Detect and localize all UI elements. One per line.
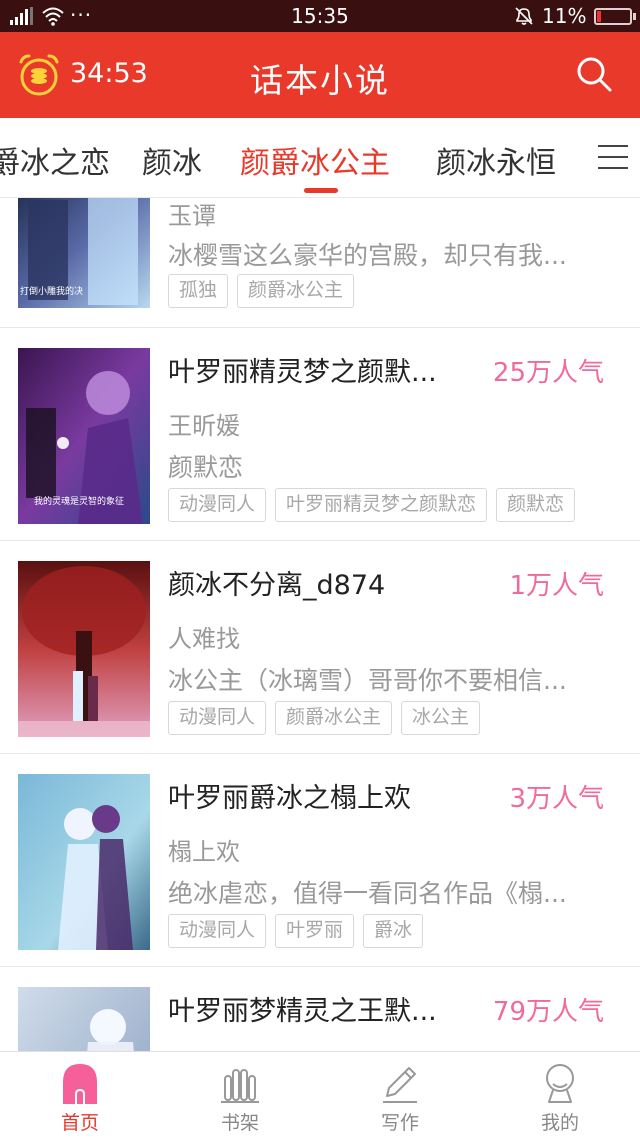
- book-item[interactable]: 叶罗丽梦精灵之王默... 79万人气: [0, 967, 640, 1051]
- app-header: 34:53 话本小说: [0, 32, 640, 118]
- nav-home[interactable]: 首页: [0, 1052, 160, 1138]
- book-popularity: 79万人气: [492, 997, 604, 1027]
- book-cover: [18, 774, 150, 950]
- nav-label: 书架: [220, 1112, 259, 1134]
- search-icon[interactable]: [574, 54, 614, 94]
- book-cover: 我的灵魂是灵智的象征: [18, 348, 150, 524]
- nav-label: 我的: [540, 1112, 579, 1134]
- tab-jue-bing-zhi-lian[interactable]: 爵冰之恋: [0, 138, 110, 182]
- book-item[interactable]: 我的灵魂是灵智的象征 叶罗丽精灵梦之颜默... 25万人气 王昕媛 颜默恋 动漫…: [0, 328, 640, 541]
- menu-icon[interactable]: [598, 142, 628, 172]
- book-popularity: 1万人气: [509, 571, 604, 601]
- book-author: 榻上欢: [168, 838, 240, 866]
- tag[interactable]: 动漫同人: [168, 914, 267, 948]
- nav-profile[interactable]: 我的: [480, 1052, 640, 1138]
- bottom-nav: 首页 书架 写作 我的: [0, 1051, 640, 1138]
- tag-list: 动漫同人 叶罗丽精灵梦之颜默恋 颜默恋: [168, 488, 584, 522]
- tag[interactable]: 爵冰: [363, 914, 424, 948]
- status-bar: ··· 15:35 11%: [0, 0, 640, 32]
- nav-label: 写作: [380, 1112, 419, 1134]
- nav-label: 首页: [60, 1112, 99, 1134]
- book-author: 玉谭: [168, 202, 216, 230]
- profile-icon: [546, 1064, 574, 1103]
- cover-caption: 打倒小雕我的决: [20, 285, 83, 297]
- active-tab-indicator: [304, 188, 338, 193]
- book-description: 冰公主（冰璃雪）哥哥你不要相信...: [168, 666, 567, 695]
- home-icon: [63, 1064, 97, 1104]
- book-cover: [18, 561, 150, 737]
- nav-write[interactable]: 写作: [320, 1052, 480, 1138]
- book-title: 颜冰不分离_d874: [168, 570, 386, 601]
- bookshelf-icon: [221, 1069, 259, 1103]
- battery-level: [597, 11, 601, 22]
- category-tabs: 爵冰之恋 颜冰 颜爵冰公主 颜冰永恒: [0, 118, 640, 198]
- book-popularity: 3万人气: [509, 784, 604, 814]
- book-cover: [18, 987, 150, 1051]
- book-author: 王昕媛: [168, 412, 240, 440]
- book-item[interactable]: 颜冰不分离_d874 1万人气 人难找 冰公主（冰璃雪）哥哥你不要相信... 动…: [0, 541, 640, 754]
- book-list: 打倒小雕我的决 玉谭 冰樱雪这么豪华的宫殿，却只有我... 孤独 颜爵冰公主 我的…: [0, 198, 640, 1051]
- tag[interactable]: 叶罗丽精灵梦之颜默恋: [275, 488, 488, 522]
- tab-yan-bing[interactable]: 颜冰: [142, 138, 202, 182]
- book-description: 颜默恋: [168, 453, 244, 482]
- book-title: 叶罗丽爵冰之榻上欢: [168, 783, 411, 814]
- book-cover: 打倒小雕我的决: [18, 198, 150, 308]
- tag[interactable]: 颜爵冰公主: [275, 701, 393, 735]
- book-description: 冰樱雪这么豪华的宫殿，却只有我...: [168, 241, 567, 270]
- cover-caption: 我的灵魂是灵智的象征: [34, 495, 124, 507]
- tag[interactable]: 颜默恋: [496, 488, 576, 522]
- tag[interactable]: 孤独: [168, 274, 229, 308]
- book-title: 叶罗丽梦精灵之王默...: [168, 996, 437, 1027]
- tag[interactable]: 叶罗丽: [275, 914, 355, 948]
- tag[interactable]: 动漫同人: [168, 701, 267, 735]
- tag[interactable]: 动漫同人: [168, 488, 267, 522]
- tag-list: 孤独 颜爵冰公主: [168, 274, 363, 308]
- book-item[interactable]: 叶罗丽爵冰之榻上欢 3万人气 榻上欢 绝冰虐恋，值得一看同名作品《榻... 动漫…: [0, 754, 640, 967]
- battery-icon: [594, 8, 636, 25]
- tab-yan-bing-yong-heng[interactable]: 颜冰永恒: [436, 138, 556, 182]
- book-author: 人难找: [168, 625, 240, 653]
- book-item[interactable]: 打倒小雕我的决 玉谭 冰樱雪这么豪华的宫殿，却只有我... 孤独 颜爵冰公主: [0, 198, 640, 328]
- mute-bell-icon: [515, 7, 533, 25]
- tag[interactable]: 冰公主: [401, 701, 481, 735]
- battery-percent: 11%: [542, 4, 587, 28]
- nav-bookshelf[interactable]: 书架: [160, 1052, 320, 1138]
- pen-icon: [383, 1067, 417, 1103]
- app-title: 话本小说: [250, 61, 390, 100]
- tag-list: 动漫同人 颜爵冰公主 冰公主: [168, 701, 489, 735]
- book-popularity: 25万人气: [492, 358, 604, 388]
- tag[interactable]: 颜爵冰公主: [237, 274, 355, 308]
- tag-list: 动漫同人 叶罗丽 爵冰: [168, 914, 432, 948]
- book-description: 绝冰虐恋，值得一看同名作品《榻...: [168, 879, 567, 908]
- book-title: 叶罗丽精灵梦之颜默...: [168, 357, 437, 388]
- tab-yan-jue-bing-gong-zhu[interactable]: 颜爵冰公主: [240, 138, 390, 182]
